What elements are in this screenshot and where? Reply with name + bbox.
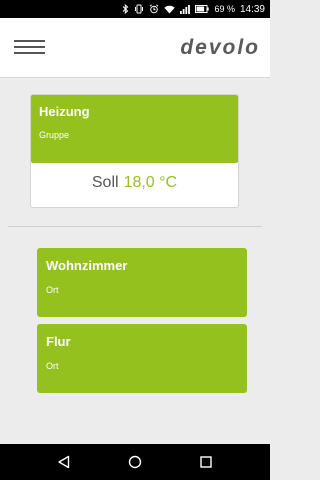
room-title: Flur (46, 334, 71, 349)
room-title: Wohnzimmer (46, 258, 128, 273)
room-subtitle: Ort (46, 285, 59, 295)
setpoint-row: Soll 18,0 °C (31, 163, 238, 203)
setpoint-value: 18,0 °C (123, 174, 178, 191)
group-title: Heizung (39, 104, 90, 119)
alarm-icon (149, 4, 159, 14)
bluetooth-icon (122, 4, 129, 14)
vibrate-icon (134, 4, 144, 14)
home-icon[interactable] (115, 447, 155, 477)
battery-icon (195, 5, 210, 13)
signal-icon (180, 4, 191, 14)
group-card-heizung[interactable]: Heizung Gruppe Soll 18,0 °C (30, 94, 239, 208)
group-subtitle: Gruppe (39, 130, 70, 140)
clock: 14:39 (239, 3, 265, 15)
navigation-bar (0, 444, 270, 480)
status-bar: 69 % 14:39 (0, 0, 270, 18)
section-divider (8, 226, 262, 227)
app-header: devolo (0, 18, 270, 78)
hamburger-menu-icon[interactable] (14, 40, 45, 56)
devolo-logo: devolo (180, 36, 260, 59)
wifi-icon (164, 5, 176, 14)
setpoint-label: Soll (91, 174, 119, 191)
back-icon[interactable] (44, 447, 84, 477)
room-subtitle: Ort (46, 361, 59, 371)
room-card-wohnzimmer[interactable]: Wohnzimmer Ort (37, 248, 247, 317)
room-card-flur[interactable]: Flur Ort (37, 324, 247, 393)
battery-percent: 69 % (214, 4, 235, 14)
recents-icon[interactable] (186, 447, 226, 477)
group-card-header[interactable]: Heizung Gruppe (31, 95, 238, 163)
